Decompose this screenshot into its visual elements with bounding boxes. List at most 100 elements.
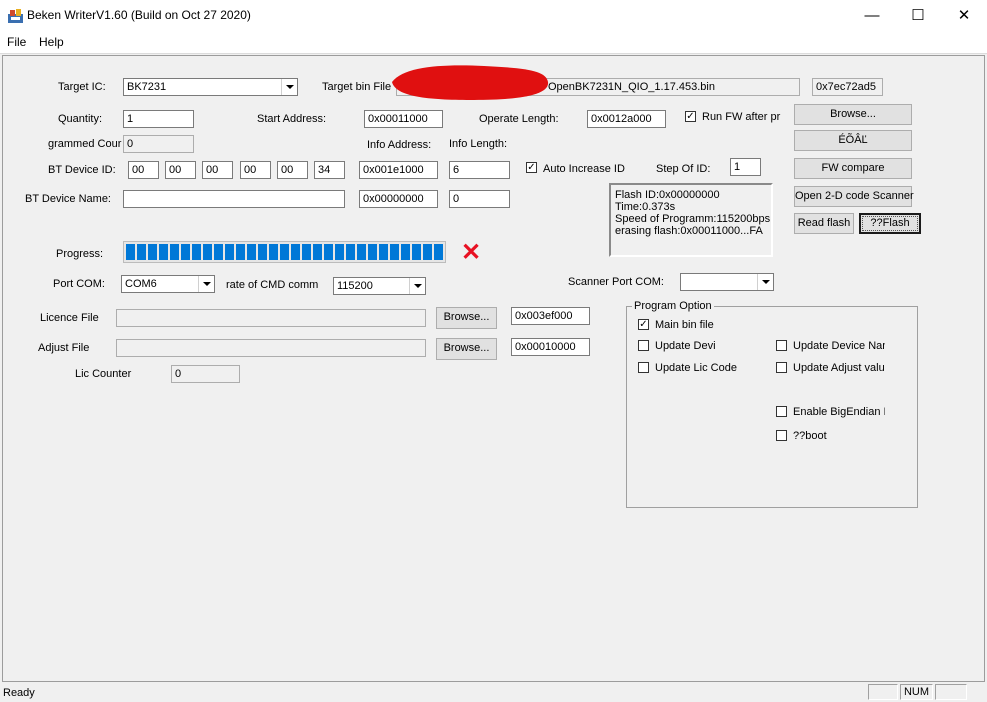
- licence-file-field[interactable]: [116, 309, 426, 327]
- run-fw-label: Run FW after pr: [702, 111, 781, 123]
- name-length-input[interactable]: 0: [449, 190, 510, 208]
- bt-device-name-input[interactable]: [123, 190, 345, 208]
- menu-bar: [0, 32, 987, 53]
- read-flash-button[interactable]: Read flash: [794, 213, 854, 234]
- flash-button[interactable]: ??Flash: [859, 213, 921, 234]
- adjust-file-field[interactable]: [116, 339, 426, 357]
- browse-bin-button[interactable]: Browse...: [794, 104, 912, 125]
- log-line: Speed of Programm:115200bps: [615, 213, 771, 225]
- bt-device-name-label: BT Device Name:: [25, 193, 111, 205]
- progress-block: [313, 244, 322, 260]
- progress-block: [379, 244, 388, 260]
- check-icon: ✓: [527, 162, 536, 173]
- erase-button[interactable]: ÉÕÂĽ: [794, 130, 912, 151]
- window-title: Beken WriterV1.60 (Build on Oct 27 2020): [27, 8, 251, 22]
- progress-block: [412, 244, 421, 260]
- progress-block: [214, 244, 223, 260]
- bt-device-id-byte-4[interactable]: 00: [240, 161, 271, 179]
- menu-help[interactable]: Help: [39, 35, 64, 49]
- open-scanner-button[interactable]: Open 2-D code Scanner: [794, 186, 914, 207]
- maximize-button[interactable]: ☐: [895, 0, 941, 32]
- update-adjust-checkbox[interactable]: [776, 362, 787, 373]
- start-address-input[interactable]: 0x00011000: [364, 110, 443, 128]
- progress-block: [280, 244, 289, 260]
- target-ic-label: Target IC:: [58, 81, 106, 93]
- info-address-input[interactable]: 0x001e1000: [359, 161, 438, 179]
- close-button[interactable]: ✕: [941, 0, 987, 32]
- info-address-value: 0x001e1000: [363, 164, 424, 176]
- licence-file-label: Licence File: [40, 312, 99, 324]
- status-bar: [0, 682, 987, 702]
- status-text: Ready: [3, 687, 35, 699]
- update-lic-code-checkbox[interactable]: [638, 362, 649, 373]
- boot-label: ??boot: [793, 430, 827, 442]
- close-icon: ✕: [957, 7, 971, 24]
- status-panel-num: NUM: [900, 684, 933, 700]
- bt-device-id-byte-value: 00: [132, 164, 145, 176]
- progress-block: [170, 244, 179, 260]
- enable-bigendian-label: Enable BigEndian II: [793, 406, 885, 418]
- bt-device-id-byte-3[interactable]: 00: [202, 161, 233, 179]
- bt-device-id-byte-1[interactable]: 00: [128, 161, 159, 179]
- log-line: Flash ID:0x00000000: [615, 189, 720, 201]
- menu-file[interactable]: File: [7, 35, 26, 49]
- progress-block: [137, 244, 146, 260]
- browse-adjust-button[interactable]: Browse...: [436, 338, 497, 360]
- maximize-icon: ☐: [911, 7, 925, 24]
- name-address-value: 0x00000000: [363, 193, 424, 205]
- name-length-value: 0: [453, 193, 460, 205]
- fw-compare-button[interactable]: FW compare: [794, 158, 912, 179]
- adjust-address-input[interactable]: 0x00010000: [511, 338, 590, 356]
- update-device-name-label: Update Device Nan: [793, 340, 885, 352]
- status-panel-caps: [868, 684, 898, 700]
- scanner-port-select[interactable]: [680, 273, 774, 291]
- bt-device-id-byte-5[interactable]: 00: [277, 161, 308, 179]
- auto-increase-checkbox[interactable]: ✓: [526, 162, 537, 173]
- quantity-input[interactable]: 1: [123, 110, 194, 128]
- lic-counter-label: Lic Counter: [75, 368, 132, 380]
- redaction-scribble: [392, 65, 549, 100]
- port-com-select[interactable]: COM6: [121, 275, 215, 293]
- progress-block: [390, 244, 399, 260]
- update-devi-checkbox[interactable]: [638, 340, 649, 351]
- step-of-id-input[interactable]: 1: [730, 158, 761, 176]
- licence-address-input[interactable]: 0x003ef000: [511, 307, 590, 325]
- chevron-down-icon: [198, 276, 214, 292]
- program-option-title: Program Option: [632, 300, 714, 312]
- scanner-port-label: Scanner Port COM:: [568, 276, 664, 288]
- port-com-value: COM6: [125, 278, 157, 290]
- info-address-label: Info Address:: [367, 139, 432, 151]
- progress-block: [368, 244, 377, 260]
- progress-block: [203, 244, 212, 260]
- target-ic-select[interactable]: BK7231: [123, 78, 298, 96]
- progress-block: [148, 244, 157, 260]
- menu-separator: [0, 53, 987, 54]
- cmd-rate-select[interactable]: 115200: [333, 277, 426, 295]
- update-devi-label: Update Devi: [655, 340, 716, 352]
- progress-block: [335, 244, 344, 260]
- info-length-input[interactable]: 6: [449, 161, 510, 179]
- info-length-value: 6: [453, 164, 460, 176]
- operate-length-input[interactable]: 0x0012a000: [587, 110, 666, 128]
- run-fw-checkbox[interactable]: ✓: [685, 111, 696, 122]
- bt-device-id-byte-2[interactable]: 00: [165, 161, 196, 179]
- operate-length-value: 0x0012a000: [591, 113, 652, 125]
- minimize-button[interactable]: —: [849, 0, 895, 32]
- boot-checkbox[interactable]: [776, 430, 787, 441]
- chevron-down-icon: [757, 274, 773, 290]
- name-address-input[interactable]: 0x00000000: [359, 190, 438, 208]
- operate-length-label: Operate Length:: [479, 113, 559, 125]
- progress-block: [269, 244, 278, 260]
- auto-increase-label: Auto Increase ID: [543, 163, 625, 175]
- update-lic-code-label: Update Lic Code: [655, 362, 737, 374]
- num-lock-indicator: NUM: [903, 686, 930, 698]
- enable-bigendian-checkbox[interactable]: [776, 406, 787, 417]
- bt-device-id-byte-value: 34: [318, 164, 331, 176]
- browse-licence-button[interactable]: Browse...: [436, 307, 497, 329]
- bt-device-id-byte-6[interactable]: 34: [314, 161, 345, 179]
- main-bin-checkbox[interactable]: ✓: [638, 319, 649, 330]
- step-of-id-label: Step Of ID:: [656, 163, 711, 175]
- update-adjust-label: Update Adjust valu: [793, 362, 885, 374]
- progress-block: [434, 244, 443, 260]
- update-device-name-checkbox[interactable]: [776, 340, 787, 351]
